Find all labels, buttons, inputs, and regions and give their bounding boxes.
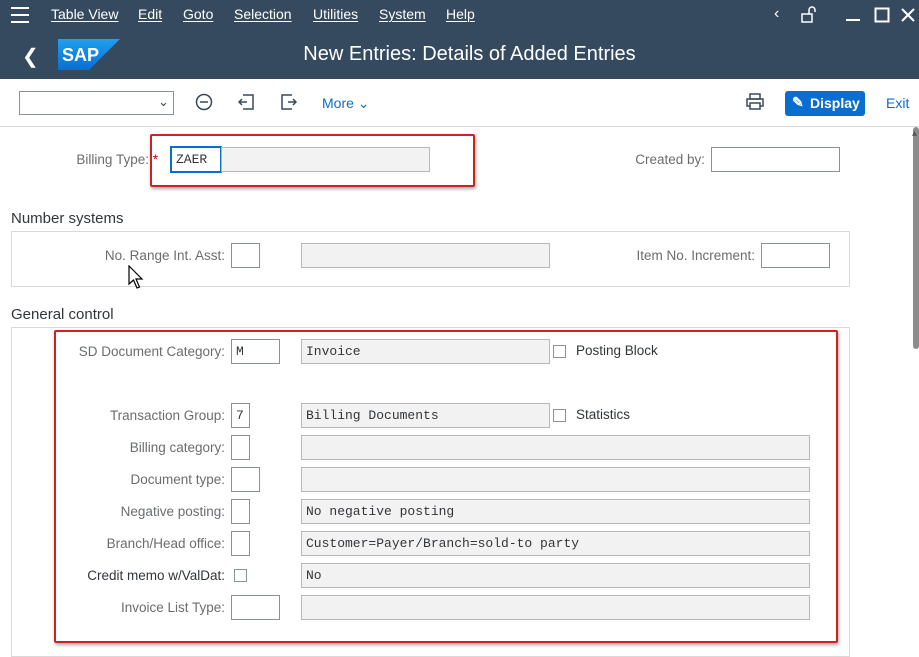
application-toolbar: ⌄ More ⌄ ✎ Display Exit [0, 79, 919, 127]
menu-goto[interactable]: Goto [183, 6, 213, 22]
billing-type-label: Billing Type: * [40, 152, 158, 167]
display-label: Display [810, 95, 860, 111]
remove-entry-icon[interactable] [195, 93, 213, 111]
unlock-icon[interactable] [800, 6, 818, 24]
exit-button[interactable]: Exit [886, 95, 909, 111]
vertical-scrollbar[interactable] [913, 127, 919, 349]
close-icon[interactable] [900, 7, 916, 23]
highlight-billing-type [150, 134, 475, 187]
menu-selection[interactable]: Selection [234, 6, 292, 22]
created-by-input[interactable] [711, 147, 840, 172]
chevron-down-icon: ⌄ [357, 95, 370, 111]
more-label: More [322, 95, 354, 111]
previous-entry-icon[interactable] [238, 93, 256, 111]
no-range-input[interactable] [231, 243, 260, 268]
number-systems-title: Number systems [11, 210, 124, 227]
item-no-increment-label: Item No. Increment: [636, 248, 755, 263]
action-dropdown[interactable]: ⌄ [19, 91, 174, 115]
item-no-increment-input[interactable] [761, 243, 830, 268]
general-control-title: General control [11, 306, 114, 323]
more-menu-button[interactable]: More ⌄ [322, 95, 370, 112]
chevron-down-icon: ⌄ [158, 94, 169, 109]
print-icon[interactable] [746, 93, 764, 110]
menu-system[interactable]: System [379, 6, 426, 22]
menu-utilities[interactable]: Utilities [313, 6, 358, 22]
highlight-general-control [54, 330, 838, 643]
display-button[interactable]: ✎ Display [785, 91, 865, 116]
minimize-icon[interactable] [845, 8, 861, 22]
menu-table-view[interactable]: Table View [51, 6, 118, 22]
chevron-left-icon[interactable]: ‹ [774, 5, 779, 23]
menu-edit[interactable]: Edit [138, 6, 162, 22]
no-range-label: No. Range Int. Asst: [104, 248, 225, 263]
maximize-icon[interactable] [874, 7, 890, 23]
scroll-up-icon[interactable]: ▴ [912, 128, 917, 139]
no-range-description [301, 243, 550, 268]
menu-icon[interactable] [11, 7, 29, 23]
page-title: New Entries: Details of Added Entries [303, 43, 636, 65]
title-bar: ❮ SAP New Entries: Details of Added Entr… [0, 30, 919, 79]
menu-bar: Table View Edit Goto Selection Utilities… [0, 0, 919, 30]
display-glasses-icon: ✎ [792, 94, 804, 110]
mouse-cursor-icon [128, 265, 144, 289]
billing-type-label-text: Billing Type: [76, 152, 149, 167]
menu-help[interactable]: Help [446, 6, 475, 22]
created-by-label: Created by: [635, 152, 705, 167]
next-entry-icon[interactable] [279, 93, 297, 111]
